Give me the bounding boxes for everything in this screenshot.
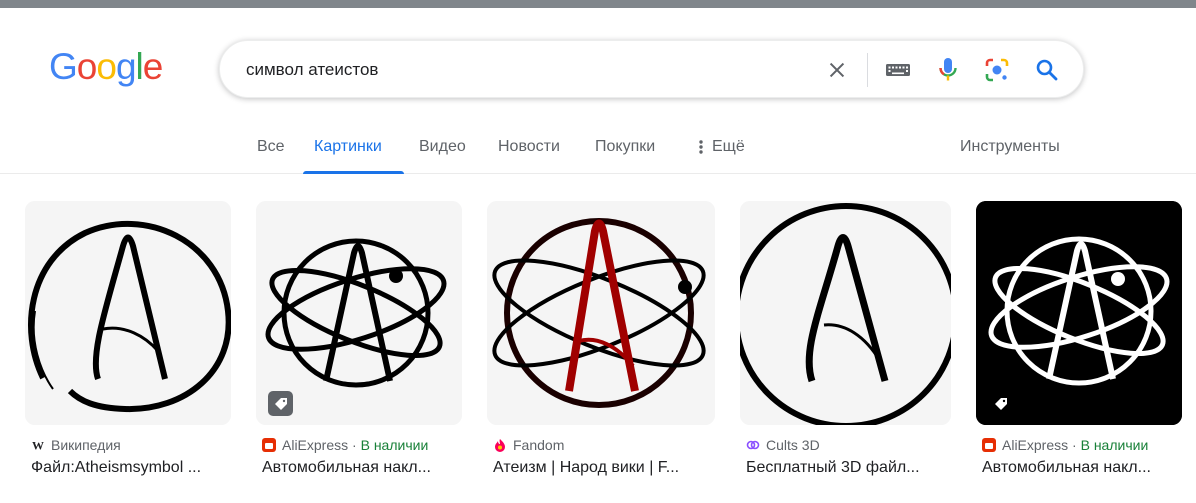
tab-more-label: Ещё bbox=[712, 138, 745, 155]
result-source[interactable]: W Википедия bbox=[31, 437, 121, 453]
source-name: Cults 3D bbox=[766, 437, 820, 453]
search-icon[interactable] bbox=[1031, 54, 1063, 86]
result-source[interactable]: Fandom bbox=[493, 437, 564, 453]
active-tab-indicator bbox=[303, 171, 404, 174]
wikipedia-icon: W bbox=[32, 439, 44, 453]
logo-letter: G bbox=[49, 46, 78, 87]
fandom-icon bbox=[495, 439, 505, 452]
result-source[interactable]: Cults 3D bbox=[746, 437, 820, 453]
result-title[interactable]: Файл:Atheismsymbol ... bbox=[31, 459, 231, 477]
result-title[interactable]: Автомобильная накл... bbox=[982, 459, 1182, 477]
result-thumbnail[interactable] bbox=[487, 201, 715, 425]
search-input[interactable]: символ атеистов bbox=[246, 60, 378, 80]
tab-all[interactable]: Все bbox=[257, 138, 285, 156]
tab-video[interactable]: Видео bbox=[419, 138, 466, 156]
product-tag-icon bbox=[988, 391, 1013, 416]
svg-text:W: W bbox=[32, 439, 44, 453]
browser-top-strip bbox=[0, 0, 1196, 8]
separator: · bbox=[352, 437, 357, 453]
more-vert-icon bbox=[699, 140, 703, 154]
tab-news[interactable]: Новости bbox=[498, 138, 560, 156]
source-name: AliExpress bbox=[282, 437, 349, 453]
aliexpress-icon bbox=[262, 438, 276, 452]
source-name: AliExpress bbox=[1002, 437, 1069, 453]
result-thumbnail[interactable] bbox=[976, 201, 1182, 425]
logo-letter: g bbox=[115, 46, 137, 87]
aliexpress-icon bbox=[982, 438, 996, 452]
result-title[interactable]: Бесплатный 3D файл... bbox=[746, 459, 951, 477]
result-thumbnail[interactable] bbox=[25, 201, 231, 425]
result-title[interactable]: Атеизм | Народ вики | F... bbox=[493, 459, 715, 477]
result-title[interactable]: Автомобильная накл... bbox=[262, 459, 462, 477]
logo-letter: e bbox=[142, 46, 164, 87]
atheist-symbol-image bbox=[25, 201, 231, 425]
logo-letter: o bbox=[96, 46, 117, 87]
tab-images[interactable]: Картинки bbox=[314, 138, 382, 156]
google-logo[interactable]: Google bbox=[49, 46, 164, 87]
search-divider bbox=[867, 53, 868, 87]
atheist-atom-red-image bbox=[487, 201, 715, 425]
tools-button[interactable]: Инструменты bbox=[960, 138, 1060, 156]
cults3d-icon bbox=[746, 440, 760, 450]
search-tabs: Все Картинки Видео Новости Покупки Ещё И… bbox=[0, 126, 1196, 174]
result-thumbnail[interactable] bbox=[740, 201, 951, 425]
separator: · bbox=[1072, 437, 1077, 453]
logo-letter: l bbox=[135, 46, 144, 87]
tab-shopping[interactable]: Покупки bbox=[595, 138, 655, 156]
search-box[interactable]: символ атеистов bbox=[219, 40, 1084, 98]
atheist-symbol-image bbox=[740, 201, 951, 425]
product-tag-icon bbox=[268, 391, 293, 416]
stock-status: В наличии bbox=[1080, 437, 1149, 453]
lens-icon[interactable] bbox=[981, 54, 1013, 86]
microphone-icon[interactable] bbox=[932, 54, 964, 86]
source-name: Fandom bbox=[513, 437, 565, 453]
stock-status: В наличии bbox=[360, 437, 429, 453]
clear-icon[interactable] bbox=[821, 54, 853, 86]
logo-letter: o bbox=[76, 46, 98, 87]
result-source[interactable]: AliExpress · В наличии bbox=[982, 437, 1148, 453]
result-source[interactable]: AliExpress · В наличии bbox=[262, 437, 428, 453]
source-name: Википедия bbox=[51, 437, 121, 453]
result-thumbnail[interactable] bbox=[256, 201, 462, 425]
tab-more[interactable]: Ещё bbox=[699, 138, 745, 156]
keyboard-icon[interactable] bbox=[882, 54, 914, 86]
